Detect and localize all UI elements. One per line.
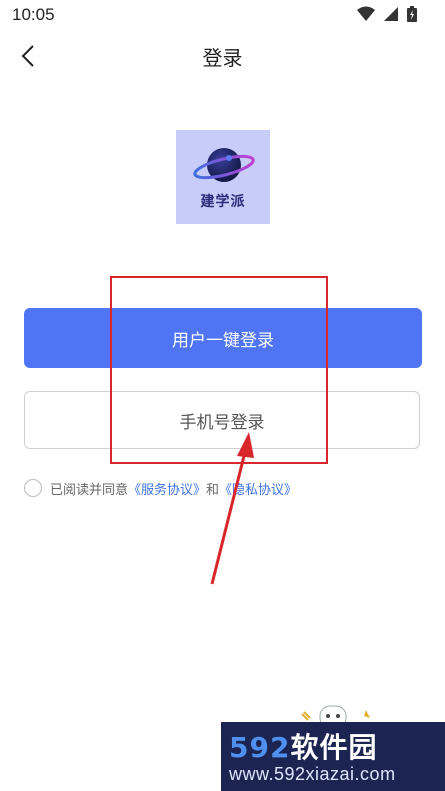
agreement-row: 已阅读并同意 《服务协议》 和 《隐私协议》 xyxy=(24,477,297,499)
service-agreement-link[interactable]: 《服务协议》 xyxy=(128,479,206,498)
status-bar: 10:05 xyxy=(0,0,445,32)
app-logo: 建学派 xyxy=(176,130,270,224)
watermark-banner: 592软件园 www.592xiazai.com xyxy=(221,722,445,791)
header: 登录 xyxy=(0,32,445,80)
watermark-brand: 592软件园 xyxy=(229,726,377,766)
privacy-agreement-link[interactable]: 《隐私协议》 xyxy=(219,479,297,498)
agreement-checkbox[interactable] xyxy=(24,479,42,497)
page-title: 登录 xyxy=(202,46,243,70)
watermark-brand-text: 软件园 xyxy=(290,731,378,764)
status-icons xyxy=(357,6,417,22)
watermark-url: www.592xiazai.com xyxy=(229,764,396,784)
signal-icon xyxy=(384,7,398,21)
watermark-brand-number: 592 xyxy=(229,731,291,764)
agreement-conjunction: 和 xyxy=(206,482,220,498)
agreement-prefix: 已阅读并同意 xyxy=(50,482,129,498)
annotation-highlight-box xyxy=(110,276,328,464)
wifi-icon xyxy=(357,6,375,21)
logo-text: 建学派 xyxy=(200,194,246,210)
status-time: 10:05 xyxy=(12,5,55,24)
battery-icon xyxy=(407,6,417,22)
